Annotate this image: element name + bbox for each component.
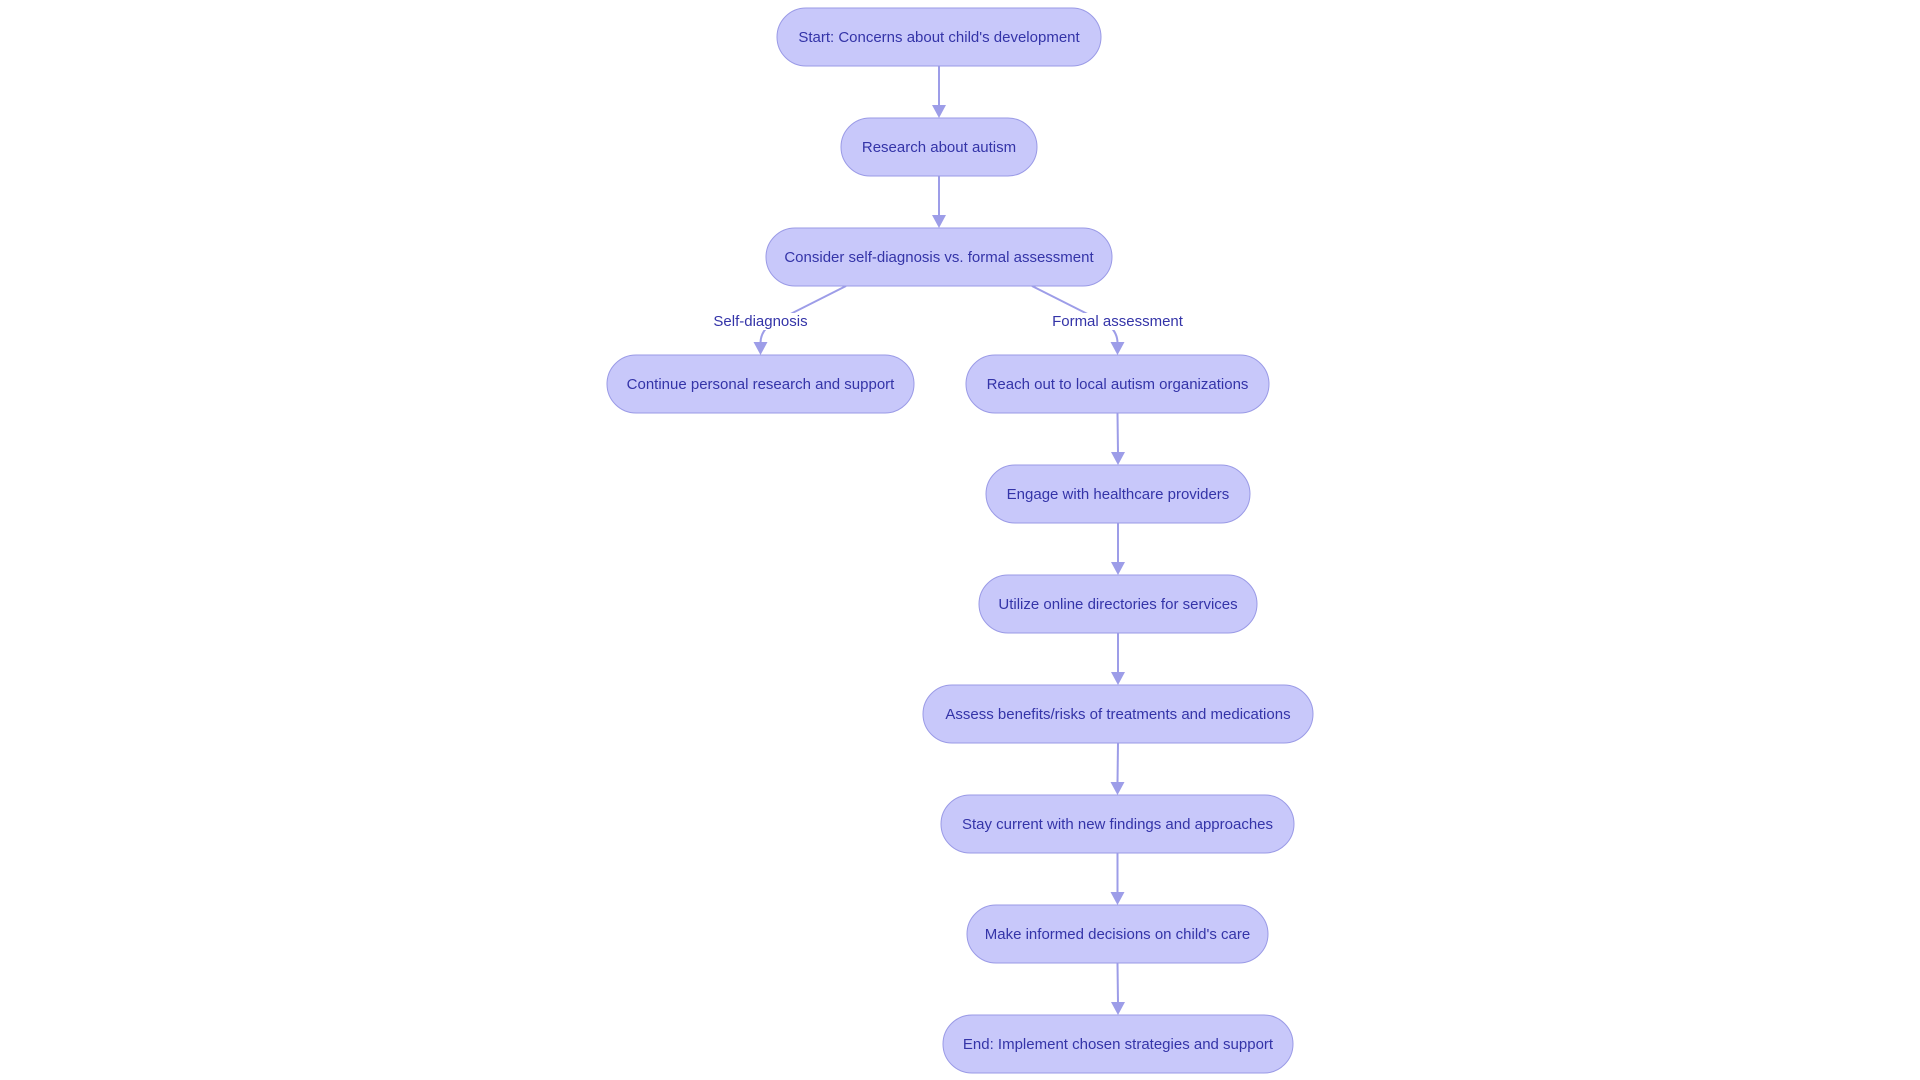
arrowhead-icon bbox=[1111, 452, 1125, 465]
flow-edge-start-to-research bbox=[932, 66, 946, 118]
flow-node-engage[interactable]: Engage with healthcare providers bbox=[985, 464, 1251, 524]
arrowhead-icon bbox=[932, 215, 946, 228]
flow-edge-reach-to-engage bbox=[1111, 412, 1125, 465]
edge-label-text: Self-diagnosis bbox=[713, 313, 807, 330]
flow-edge-research-to-consider bbox=[932, 176, 946, 228]
node-label: Start: Concerns about child's developmen… bbox=[798, 29, 1080, 46]
flow-edge-make-to-end bbox=[1111, 962, 1125, 1015]
edge-line bbox=[1116, 742, 1119, 784]
edge-label-text: Formal assessment bbox=[1052, 313, 1184, 330]
edge-label-continue: Self-diagnosis bbox=[711, 313, 810, 330]
node-label: Reach out to local autism organizations bbox=[987, 376, 1249, 393]
node-label: Consider self-diagnosis vs. formal asses… bbox=[784, 249, 1094, 266]
node-label: Assess benefits/risks of treatments and … bbox=[945, 706, 1290, 723]
arrowhead-icon bbox=[932, 105, 946, 118]
flowchart-canvas: Start: Concerns about child's developmen… bbox=[606, 7, 1314, 1074]
flow-edge-assess-to-stay bbox=[1110, 742, 1125, 795]
node-label: Research about autism bbox=[862, 139, 1016, 156]
node-label: Stay current with new findings and appro… bbox=[962, 816, 1273, 833]
arrowhead-icon bbox=[1111, 1002, 1125, 1015]
nodes-layer: Start: Concerns about child's developmen… bbox=[606, 7, 1314, 1074]
arrowhead-icon bbox=[1110, 892, 1125, 905]
node-label: End: Implement chosen strategies and sup… bbox=[963, 1036, 1274, 1053]
flow-node-end[interactable]: End: Implement chosen strategies and sup… bbox=[942, 1014, 1294, 1074]
flow-node-start[interactable]: Start: Concerns about child's developmen… bbox=[776, 7, 1102, 67]
flow-edge-utilize-to-assess bbox=[1111, 633, 1125, 685]
edge-labels-layer: Self-diagnosis Formal assessment bbox=[711, 313, 1186, 330]
flow-node-research[interactable]: Research about autism bbox=[840, 117, 1038, 177]
node-label: Make informed decisions on child's care bbox=[985, 926, 1251, 943]
flow-node-assess[interactable]: Assess benefits/risks of treatments and … bbox=[922, 684, 1314, 744]
arrowhead-icon bbox=[1111, 672, 1125, 685]
edges-layer bbox=[753, 66, 1125, 1015]
node-label: Continue personal research and support bbox=[627, 376, 896, 393]
edge-line bbox=[1116, 962, 1119, 1004]
node-label: Utilize online directories for services bbox=[998, 596, 1237, 613]
edge-label-reach: Formal assessment bbox=[1050, 313, 1186, 330]
flow-edge-stay-to-make bbox=[1110, 853, 1125, 905]
flow-node-make[interactable]: Make informed decisions on child's care bbox=[966, 904, 1269, 964]
arrowhead-icon bbox=[1110, 342, 1125, 355]
flow-node-utilize[interactable]: Utilize online directories for services bbox=[978, 574, 1258, 634]
edge-line bbox=[1116, 412, 1119, 454]
node-label: Engage with healthcare providers bbox=[1007, 486, 1230, 503]
flow-node-continue[interactable]: Continue personal research and support bbox=[606, 354, 915, 414]
arrowhead-icon bbox=[753, 342, 768, 355]
flow-edge-engage-to-utilize bbox=[1111, 523, 1125, 575]
flow-node-reach[interactable]: Reach out to local autism organizations bbox=[965, 354, 1270, 414]
arrowhead-icon bbox=[1110, 782, 1125, 795]
flow-node-stay[interactable]: Stay current with new findings and appro… bbox=[940, 794, 1295, 854]
flow-node-consider[interactable]: Consider self-diagnosis vs. formal asses… bbox=[765, 227, 1113, 287]
arrowhead-icon bbox=[1111, 562, 1125, 575]
